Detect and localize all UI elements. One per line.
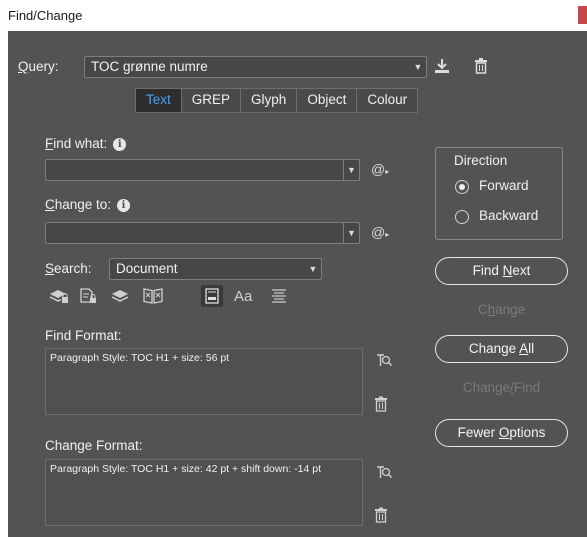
title-bar: Find/Change [0,0,587,31]
radio-backward[interactable] [455,210,469,224]
find-next-button[interactable]: Find Next [435,257,568,285]
change-format-text: Paragraph Style: TOC H1 + size: 42 pt + … [50,463,322,475]
search-value: Document [116,261,178,276]
tab-object[interactable]: Object [297,89,358,112]
window-title: Find/Change [8,8,83,23]
clear-find-format-icon[interactable] [374,396,388,415]
info-icon[interactable]: i [117,199,131,212]
forward-label: Forward [479,178,529,193]
change-find-button[interactable]: Change/Find [435,374,568,402]
clear-change-format-icon[interactable] [374,507,388,526]
chevron-down-icon: ▼ [413,62,423,72]
chevron-down-icon: ▼ [308,264,318,274]
specify-find-format-icon[interactable] [375,351,393,372]
whole-word-icon[interactable] [270,287,288,309]
find-format-label: Find Format: [45,328,122,343]
search-select[interactable]: Document ▼ [109,258,322,280]
close-button[interactable] [578,6,587,24]
include-locked-stories-icon[interactable] [79,288,97,308]
change-all-button[interactable]: Change All [435,335,568,363]
change-to-input[interactable]: ▼ [45,222,360,244]
chevron-down-icon[interactable]: ▼ [343,160,359,180]
chevron-down-icon[interactable]: ▼ [343,223,359,243]
find-change-dialog: Query: TOC grønne numre ▼ Text GREP Glyp… [8,31,587,537]
fewer-options-button[interactable]: Fewer Options [435,419,568,447]
find-what-label: Find what: i [45,136,127,151]
direction-group: Direction Forward Backward [435,147,563,240]
query-value: TOC grønne numre [91,59,208,74]
include-master-pages-icon[interactable] [143,287,163,308]
tab-text[interactable]: Text [136,89,182,112]
direction-title: Direction [454,153,508,168]
case-sensitive-label: Aa [234,288,253,305]
query-label: Query: [18,59,59,74]
radio-forward[interactable] [455,180,469,194]
special-characters-icon[interactable]: @▸ [371,161,389,177]
special-characters-icon[interactable]: @▸ [371,224,389,240]
change-to-label: Change to: i [45,197,131,212]
save-query-icon[interactable] [434,57,450,75]
case-sensitive-icon[interactable]: Aa [234,288,252,305]
tab-grep[interactable]: GREP [182,89,242,112]
change-button[interactable]: Change [435,296,568,324]
specify-change-format-icon[interactable] [375,463,393,484]
change-format-box[interactable]: Paragraph Style: TOC H1 + size: 42 pt + … [45,459,363,526]
include-footnotes-toggle[interactable] [201,285,223,307]
query-select[interactable]: TOC grønne numre ▼ [84,56,427,78]
info-icon[interactable]: i [113,138,127,151]
backward-label: Backward [479,208,539,223]
tab-glyph[interactable]: Glyph [241,89,298,112]
find-format-text: Paragraph Style: TOC H1 + size: 56 pt [50,352,230,364]
change-format-label: Change Format: [45,438,143,453]
include-locked-layers-icon[interactable] [49,288,69,308]
search-label: Search: [45,261,92,276]
find-format-box[interactable]: Paragraph Style: TOC H1 + size: 56 pt [45,348,363,415]
tab-colour[interactable]: Colour [357,89,417,112]
find-what-input[interactable]: ▼ [45,159,360,181]
tab-bar: Text GREP Glyph Object Colour [135,88,419,113]
include-hidden-layers-icon[interactable] [111,289,129,307]
trash-icon[interactable] [474,57,488,75]
